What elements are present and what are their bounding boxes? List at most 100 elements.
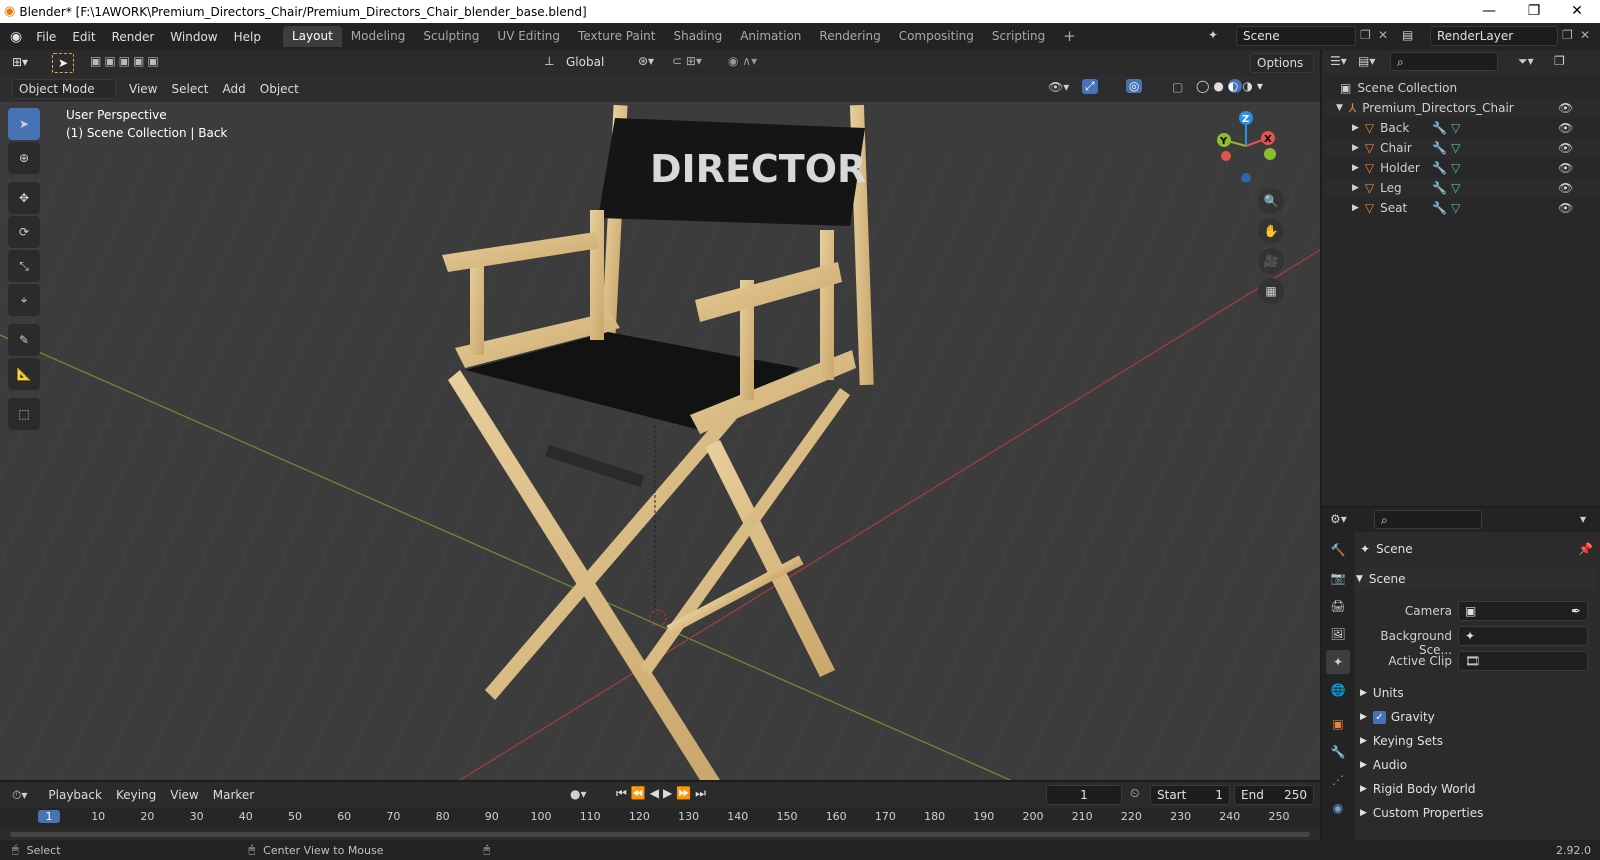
auto-keying-icon[interactable]: ●▾ [570, 787, 587, 801]
transform-tool[interactable]: ⌖ [8, 284, 40, 316]
menu-select[interactable]: Select [164, 82, 215, 96]
blender-menu-icon[interactable]: ◉ [10, 29, 22, 45]
end-frame-field[interactable]: End 250 [1234, 785, 1314, 805]
expand-icon[interactable]: ▶ [1352, 203, 1359, 213]
tab-shading[interactable]: Shading [664, 26, 731, 47]
outliner-search-input[interactable]: ⌕ [1390, 52, 1498, 71]
display-mode-icon[interactable]: ▤▾ [1358, 54, 1375, 68]
camera-field[interactable]: ▣ ✒ [1458, 601, 1588, 621]
preview-range-icon[interactable]: ⏲ [1130, 786, 1139, 801]
expand-icon[interactable]: ▶ [1352, 183, 1359, 193]
gravity-checkbox[interactable]: ✓ [1372, 710, 1386, 724]
tab-modeling[interactable]: Modeling [342, 26, 415, 47]
menu-playback[interactable]: Playback [41, 788, 109, 802]
tab-layout[interactable]: Layout [282, 26, 342, 47]
minimize-button[interactable]: — [1466, 0, 1512, 23]
snap-icon[interactable]: ⊂ ⊞▾ [672, 54, 702, 68]
current-frame-marker[interactable]: 1 [38, 810, 60, 823]
menu-edit[interactable]: Edit [64, 30, 103, 44]
maximize-button[interactable]: ❐ [1511, 0, 1557, 23]
menu-view[interactable]: View [122, 82, 164, 96]
outliner-item-seat[interactable]: ▶ ▽ Seat 🔧 ▽ 👁 [1322, 198, 1600, 218]
background-scene-field[interactable]: ✦ [1458, 626, 1588, 646]
camera-view-button[interactable]: 🎥 [1258, 248, 1284, 274]
select-box-tool[interactable]: ➤ [8, 108, 40, 140]
scene-icon[interactable]: ✦ [1208, 28, 1218, 42]
menu-file[interactable]: File [28, 30, 64, 44]
properties-search-input[interactable]: ⌕ [1374, 510, 1482, 529]
proportional-edit-icon[interactable]: ◉ ∧▾ [728, 54, 757, 68]
particles-tab[interactable]: ⋰ [1326, 768, 1350, 792]
rigid-body-world-panel[interactable]: ▶ Rigid Body World [1360, 778, 1596, 800]
tab-scripting[interactable]: Scripting [983, 26, 1054, 47]
tab-animation[interactable]: Animation [731, 26, 810, 47]
menu-window[interactable]: Window [162, 30, 225, 44]
outliner-item-holder[interactable]: ▶ ▽ Holder 🔧 ▽ 👁 [1322, 158, 1600, 178]
expand-icon[interactable]: ▶ [1352, 143, 1359, 153]
units-panel[interactable]: ▶ Units [1360, 682, 1596, 704]
close-button[interactable]: ✕ [1554, 0, 1600, 23]
scale-tool[interactable]: ⤡ [8, 250, 40, 282]
pan-button[interactable]: ✋ [1258, 218, 1284, 244]
add-workspace-button[interactable]: + [1054, 26, 1085, 47]
tab-compositing[interactable]: Compositing [890, 26, 983, 47]
zoom-button[interactable]: 🔍 [1258, 188, 1284, 214]
tool-tab[interactable]: 🔨 [1326, 538, 1350, 562]
custom-properties-panel[interactable]: ▶ Custom Properties [1360, 802, 1596, 824]
scene-selector[interactable]: Scene [1236, 26, 1356, 46]
visibility-eye-icon[interactable]: 👁 [1558, 201, 1573, 215]
expand-icon[interactable]: ▶ [1352, 123, 1359, 133]
menu-marker[interactable]: Marker [206, 788, 261, 802]
shading-modes-icons[interactable]: ◯●◐◑▾ [1196, 79, 1267, 93]
overlay-toggle-icon[interactable]: ◎ [1126, 79, 1143, 93]
tab-rendering[interactable]: Rendering [810, 26, 889, 47]
visibility-eye-icon[interactable]: 👁 [1558, 181, 1573, 195]
visibility-eye-icon[interactable]: 👁 [1558, 161, 1573, 175]
tab-texture-paint[interactable]: Texture Paint [569, 26, 664, 47]
menu-object[interactable]: Object [253, 82, 306, 96]
selection-mode-icons[interactable]: ▣▣▣▣▣ [90, 54, 162, 68]
object-mode-dropdown[interactable]: Object Mode [12, 79, 116, 99]
timeline-ruler[interactable]: 1 10 20 30 40 50 60 70 80 90 100 110 120 130 140 150 160… [0, 808, 1320, 828]
new-view-layer-icon[interactable]: ❐ [1562, 28, 1573, 42]
modifier-tab[interactable]: 🔧 [1326, 740, 1350, 764]
visibility-eye-icon[interactable]: 👁 [1558, 141, 1573, 155]
menu-add[interactable]: Add [216, 82, 253, 96]
pin-icon[interactable]: 📌 [1578, 542, 1593, 556]
keying-sets-panel[interactable]: ▶ Keying Sets [1360, 730, 1596, 752]
ortho-toggle-button[interactable]: ▦ [1258, 278, 1284, 304]
xray-icon[interactable]: ▢ [1172, 80, 1183, 94]
playback-controls[interactable]: ⏮⏪◀▶⏩⏭ [616, 786, 710, 801]
menu-help[interactable]: Help [226, 30, 269, 44]
audio-panel[interactable]: ▶ Audio [1360, 754, 1596, 776]
outliner-editor-icon[interactable]: ☰▾ [1330, 54, 1347, 68]
3d-viewport[interactable]: DIRECTOR Object Mode View Select Add Obj… [0, 50, 1320, 780]
new-scene-icon[interactable]: ❐ [1360, 28, 1371, 42]
current-frame-field[interactable]: 1 [1046, 785, 1122, 805]
outliner-collection[interactable]: ▼ ⅄ Premium_Directors_Chair 👁 [1322, 98, 1600, 118]
timeline-scrollbar[interactable] [10, 832, 1310, 837]
active-clip-field[interactable]: 🎞 [1458, 651, 1588, 671]
measure-tool[interactable]: 📐 [8, 358, 40, 390]
properties-options-icon[interactable]: ▾ [1580, 512, 1586, 526]
new-collection-icon[interactable]: ❐ [1554, 54, 1565, 68]
pivot-icon[interactable]: ⊛▾ [638, 54, 654, 68]
view-layer-tab[interactable]: 🖼 [1326, 622, 1350, 646]
output-tab[interactable]: 🖨 [1326, 594, 1350, 618]
start-frame-field[interactable]: Start 1 [1150, 785, 1230, 805]
editor-type-icon[interactable]: ⊞▾ [12, 55, 28, 69]
annotate-tool[interactable]: ✎ [8, 324, 40, 356]
outliner-scene-collection[interactable]: ▣ Scene Collection [1322, 78, 1600, 98]
delete-view-layer-icon[interactable]: ✕ [1580, 28, 1590, 42]
render-tab[interactable]: 📷 [1326, 566, 1350, 590]
visibility-eye-icon[interactable]: 👁 [1558, 121, 1573, 135]
options-dropdown[interactable]: Options [1250, 53, 1314, 73]
delete-scene-icon[interactable]: ✕ [1378, 28, 1388, 42]
eyedropper-icon[interactable]: ✒ [1571, 602, 1581, 620]
menu-keying[interactable]: Keying [109, 788, 163, 802]
expand-icon[interactable]: ▶ [1352, 163, 1359, 173]
rotate-tool[interactable]: ⟳ [8, 216, 40, 248]
gizmo-toggle-icon[interactable]: ⤢ [1082, 79, 1098, 94]
outliner-item-back[interactable]: ▶ ▽ Back 🔧 ▽ 👁 [1322, 118, 1600, 138]
view-layer-selector[interactable]: RenderLayer [1430, 26, 1558, 46]
